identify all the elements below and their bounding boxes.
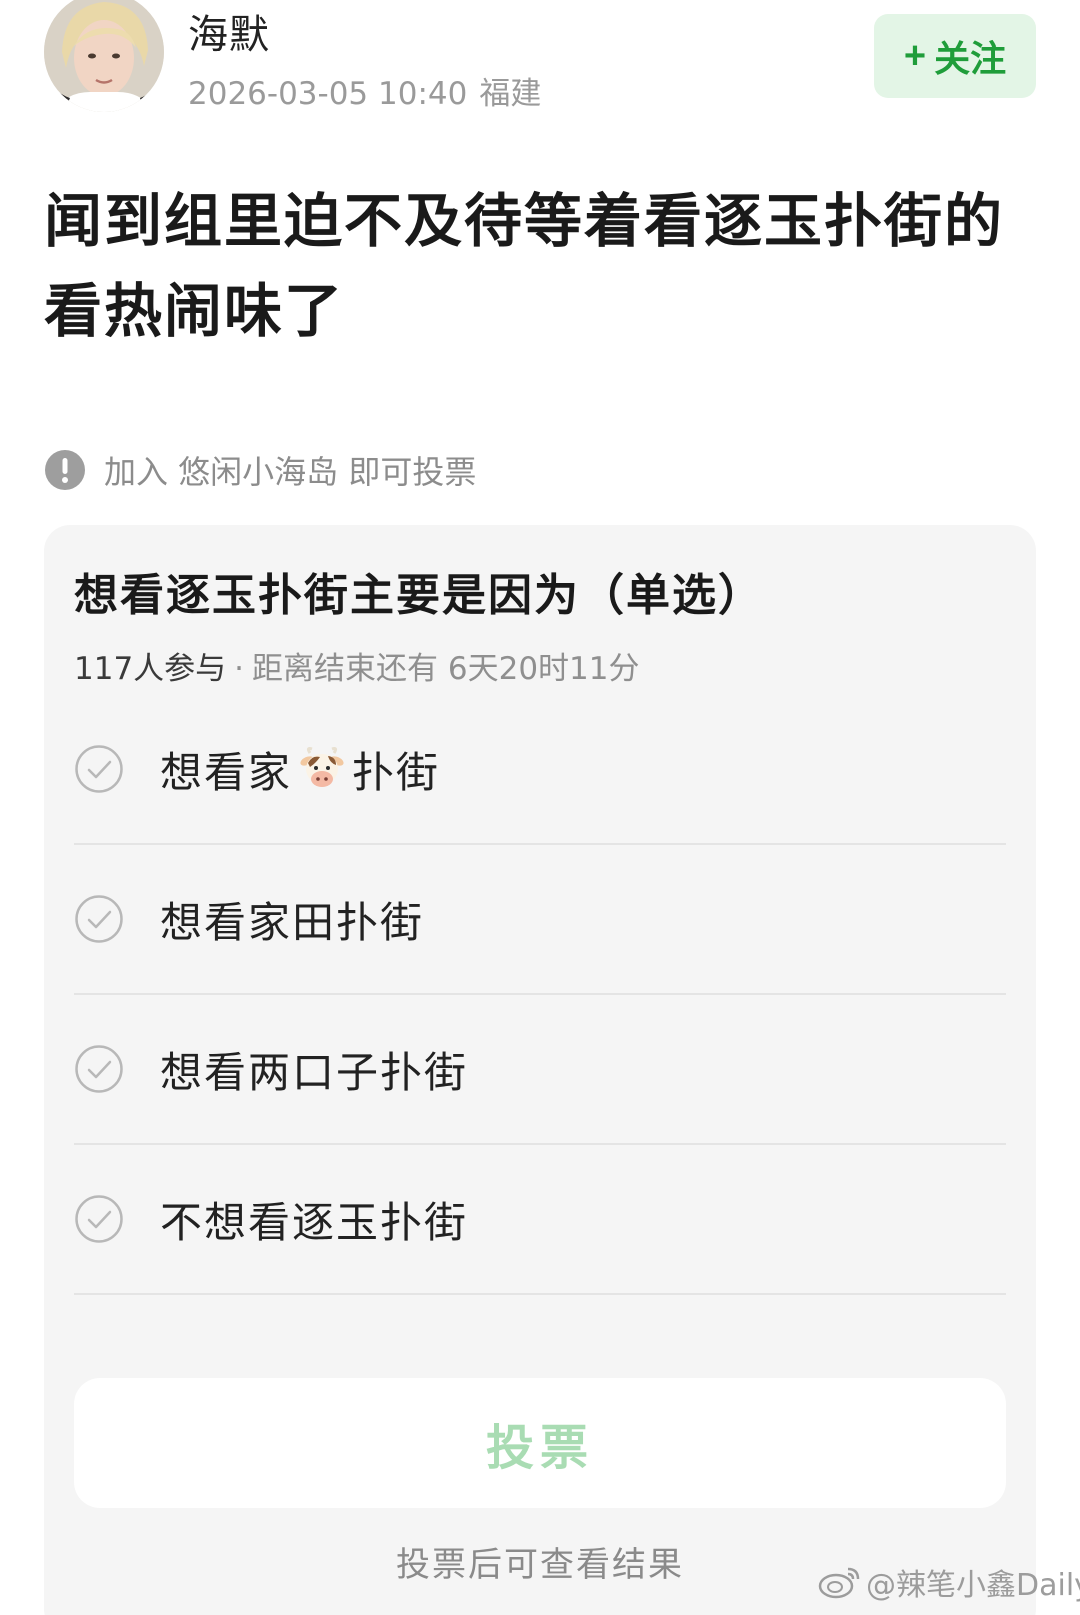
poll-question: 想看逐玉扑街主要是因为（单选） bbox=[74, 570, 764, 621]
check-circle-icon bbox=[75, 745, 123, 793]
join-notice[interactable]: 加入 悠闲小海岛 即可投票 bbox=[44, 447, 476, 493]
poll-participants: 117人参与 bbox=[74, 651, 227, 687]
author-name[interactable]: 海默 bbox=[188, 2, 270, 60]
poll-option[interactable]: 想看家 扑街 bbox=[74, 695, 1006, 845]
poll-stats-separator: · bbox=[234, 651, 245, 687]
post-detail-page: 海默 2026-03-05 10:40 福建 + 关注 闻到组里迫不及待等着看逐玉… bbox=[0, 0, 1080, 1615]
watermark-text: @辣笔小鑫Daily bbox=[866, 1568, 1080, 1603]
poll-option-text-end: 扑街 bbox=[352, 747, 441, 797]
follow-label: 关注 bbox=[934, 38, 1007, 79]
vote-button[interactable]: 投票 bbox=[74, 1378, 1006, 1508]
poll-option-label: 想看两口子扑街 bbox=[160, 1047, 469, 1097]
check-circle-icon bbox=[75, 895, 123, 943]
follow-button[interactable]: + 关注 bbox=[874, 14, 1036, 98]
join-notice-text: 加入 悠闲小海岛 即可投票 bbox=[104, 453, 477, 491]
poll-option-label: 不想看逐玉扑街 bbox=[160, 1197, 469, 1247]
plus-icon: + bbox=[903, 34, 927, 77]
poll-option-text-start: 想看家 bbox=[160, 747, 293, 797]
check-circle-icon bbox=[75, 1045, 123, 1093]
poll-time-left: 距离结束还有 6天20时11分 bbox=[252, 651, 640, 687]
poll-card: 想看逐玉扑街主要是因为（单选） 117人参与 · 距离结束还有 6天20时11分 想… bbox=[44, 525, 1036, 1615]
poll-option[interactable]: 不想看逐玉扑街 bbox=[74, 1145, 1006, 1295]
avatar[interactable] bbox=[44, 0, 164, 112]
post-date: 2026-03-05 10:40 bbox=[188, 76, 468, 112]
exclamation-icon bbox=[45, 450, 85, 490]
poll-option-label: 想看家田扑街 bbox=[160, 897, 425, 947]
watermark: @辣笔小鑫Daily bbox=[818, 1560, 1080, 1604]
post-meta: 2026-03-05 10:40 福建 bbox=[188, 68, 541, 113]
cow-emoji-icon bbox=[300, 747, 344, 787]
poll-option-label: 想看家 扑街 bbox=[160, 739, 440, 800]
poll-option[interactable]: 想看两口子扑街 bbox=[74, 995, 1006, 1145]
poll-option[interactable]: 想看家田扑街 bbox=[74, 845, 1006, 995]
post-title: 闻到组里迫不及待等着看逐玉扑街的看热闹味了 bbox=[44, 187, 1005, 345]
check-circle-icon bbox=[75, 1195, 123, 1243]
poll-stats: 117人参与 · 距离结束还有 6天20时11分 bbox=[74, 643, 640, 688]
weibo-logo-icon bbox=[818, 1567, 860, 1599]
post-location: 福建 bbox=[479, 76, 542, 112]
